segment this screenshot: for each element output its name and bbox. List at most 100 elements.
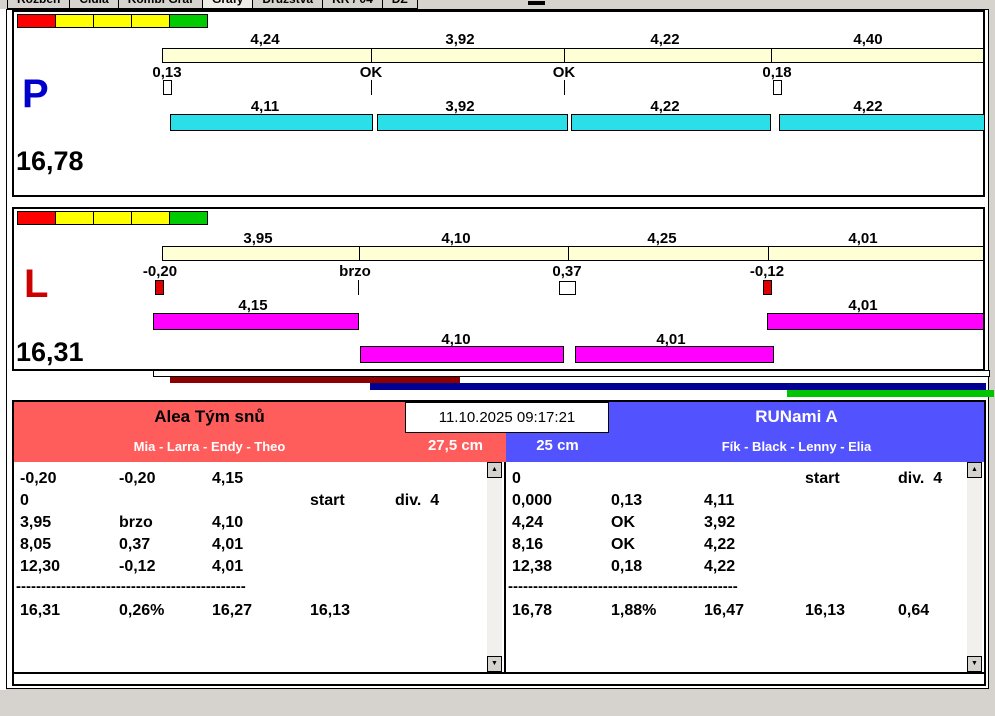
cell: 0,64	[898, 602, 930, 619]
app-window: RozběhČidlaKombi GrafGrafyDružstvaKR / 0…	[0, 0, 995, 716]
cell: 1,88%	[611, 602, 657, 619]
status-light-yellow-2	[93, 14, 132, 28]
status-light-red	[17, 211, 56, 225]
split-bar	[377, 114, 568, 131]
split-bar	[767, 313, 984, 330]
table-row: 3,95 brzo 4,10	[14, 514, 488, 534]
scrollbar-track[interactable]	[967, 478, 982, 656]
cell: -0,20	[20, 470, 57, 487]
scroll-down-button[interactable]: ▼	[487, 656, 502, 672]
tab-bar: RozběhČidlaKombi GrafGrafyDružstvaKR / 0…	[0, 0, 995, 9]
separator: ----------------------------------------…	[508, 578, 738, 595]
team-left-members: Mia - Larra - Endy - Theo	[133, 439, 286, 454]
tab-dz[interactable]: DZ	[381, 0, 418, 9]
exchange-marker-icon	[773, 80, 782, 95]
cell: 3,92	[704, 514, 736, 531]
scroll-up-button[interactable]: ▲	[487, 462, 502, 478]
lane-l-panel: 3,95 4,10 4,25 4,01 -0,20 brzo 0,37 -0,1…	[12, 207, 985, 371]
cell: 12,30	[20, 558, 61, 575]
teams-panel: Alea Tým snů RUNami A Mia - Larra - Endy…	[12, 400, 986, 686]
change-marker-label: brzo	[339, 263, 371, 280]
split-time-label: 4,24	[250, 31, 280, 48]
cell: 0,26%	[119, 602, 165, 619]
tab-kombi-graf[interactable]: Kombi Graf	[117, 0, 204, 9]
change-marker-label: OK	[552, 64, 576, 81]
lane-p-total-time: 16,78	[16, 146, 84, 176]
split-time-label: 4,22	[650, 98, 680, 115]
minimize-dash-icon[interactable]	[528, 1, 545, 5]
exchange-tick-icon	[564, 80, 565, 95]
scrollbar-track[interactable]	[487, 478, 502, 656]
scroll-up-button[interactable]: ▲	[967, 462, 982, 478]
cell: 0	[512, 470, 521, 487]
status-light-red	[17, 14, 56, 28]
table-row: 12,38 0,18 4,22	[506, 558, 968, 578]
status-light-green	[169, 14, 208, 28]
cell: 4,15	[212, 470, 244, 487]
status-light-yellow-1	[55, 211, 94, 225]
cell: div. 4	[898, 470, 943, 487]
cell: start	[310, 492, 345, 509]
exchange-tick-icon	[371, 80, 372, 95]
status-light-yellow-3	[131, 14, 170, 28]
cell: 4,11	[704, 492, 735, 509]
split-time-label: 4,22	[853, 98, 883, 115]
split-bar	[575, 346, 774, 363]
cell: 16,78	[512, 602, 553, 619]
cell: 16,31	[20, 602, 61, 619]
split-time-label: 4,15	[238, 297, 268, 314]
split-time-label: 4,40	[853, 31, 883, 48]
comparison-bar-navy	[370, 383, 986, 390]
table-row: 0,000 0,13 4,11	[506, 492, 968, 512]
table-row: 4,24 OK 3,92	[506, 514, 968, 534]
totals-row: 16,31 0,26% 16,27 16,13	[14, 602, 488, 622]
tab-rozbeh[interactable]: Rozběh	[7, 0, 71, 9]
lane-p-letter: P	[22, 72, 49, 116]
table-row: 0 start div. 4	[14, 492, 488, 512]
exchange-marker-icon	[163, 80, 172, 95]
split-track	[162, 246, 984, 261]
change-marker-label: -0,20	[142, 263, 178, 280]
scrollbar[interactable]: ▲ ▼	[967, 462, 982, 672]
tab-kr-04[interactable]: KR / 04	[322, 0, 383, 9]
team-left-results-table: -0,20 -0,20 4,15 0 start div. 4 3,95 brz…	[14, 462, 506, 674]
totals-row: 16,78 1,88% 16,47 16,13 0,64	[506, 602, 968, 622]
cell: 0,000	[512, 492, 553, 509]
team-left-jump-height: 27,5 cm	[427, 437, 484, 454]
split-bar	[571, 114, 771, 131]
tab-druzstva[interactable]: Družstva	[252, 0, 324, 9]
cell: 12,38	[512, 558, 553, 575]
cell: 0,37	[119, 536, 151, 553]
scrollbar[interactable]: ▲ ▼	[487, 462, 502, 672]
table-row: 12,30 -0,12 4,01	[14, 558, 488, 578]
tab-grafy[interactable]: Grafy	[202, 0, 254, 9]
track-divider	[568, 247, 569, 260]
cell: div. 4	[395, 492, 440, 509]
lane-l-letter: L	[24, 262, 49, 306]
split-bar	[153, 313, 359, 330]
cell: start	[805, 470, 840, 487]
track-divider	[371, 49, 372, 62]
split-time-label: 4,22	[650, 31, 680, 48]
table-row: -0,20 -0,20 4,15	[14, 470, 488, 490]
tabs-row: RozběhČidlaKombi GrafGrafyDružstvaKR / 0…	[7, 0, 418, 9]
tab-cidla[interactable]: Čidla	[69, 0, 119, 9]
lane-l-total-time: 16,31	[16, 337, 84, 367]
track-divider	[768, 247, 769, 260]
change-marker-label: 0,37	[552, 263, 582, 280]
split-bar	[170, 114, 373, 131]
status-light-yellow-3	[131, 211, 170, 225]
change-marker-label: 0,13	[152, 64, 182, 81]
scroll-down-button[interactable]: ▼	[967, 656, 982, 672]
cell: 3,95	[20, 514, 52, 531]
fault-marker-icon	[763, 280, 772, 295]
timestamp: 11.10.2025 09:17:21	[405, 402, 609, 433]
change-marker-label: -0,12	[749, 263, 785, 280]
lane-p-panel: 4,24 3,92 4,22 4,40 0,13 OK OK 0,18 P 4,…	[12, 10, 985, 197]
cell: 4,10	[212, 514, 244, 531]
cell: 4,01	[212, 558, 244, 575]
cell: 4,22	[704, 558, 736, 575]
cell: 8,16	[512, 536, 544, 553]
cell: 4,22	[704, 536, 736, 553]
cell: 4,24	[512, 514, 544, 531]
